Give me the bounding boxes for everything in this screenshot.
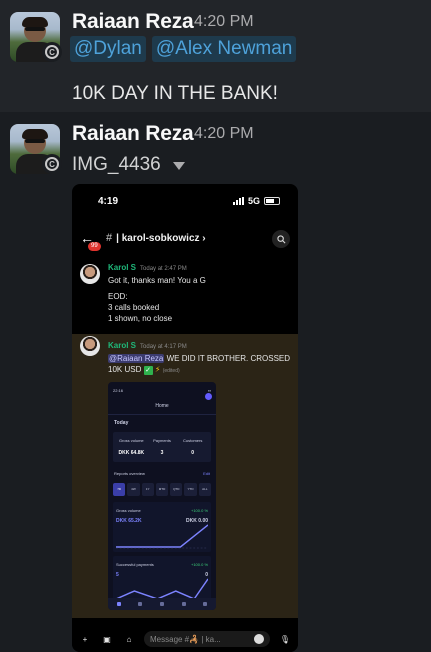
message-timestamp[interactable]: 4:20 PM <box>194 125 254 143</box>
mention-alex-newman[interactable]: @Alex Newman <box>151 36 297 62</box>
chart-label: Successful payments <box>116 562 154 567</box>
chat-post: Karol S Today at 2:47 PM Got it, thanks m… <box>72 262 298 324</box>
mentions-row: @Dylan @Alex Newman <box>70 36 297 62</box>
input-suffix: ka... <box>205 634 221 644</box>
status-icon: C <box>42 42 62 62</box>
image-icon: ▣ <box>103 634 111 644</box>
message-text: 10K DAY IN THE BANK! <box>72 83 278 104</box>
edit-link: Edit <box>203 471 210 476</box>
unread-badge: 99 <box>88 242 101 251</box>
post-line: Got it, thanks man! You a G <box>108 276 206 285</box>
chevron-down-icon[interactable] <box>172 162 185 170</box>
range-pills: 7D 4W 1Y MTD QTD YTD ALL <box>108 481 216 498</box>
post-author: Karol S <box>108 263 137 272</box>
message-author[interactable]: Raiaan Reza <box>72 10 194 34</box>
channel-hash: # <box>106 232 113 244</box>
post-time: Today at 4:17 PM <box>140 344 187 350</box>
gift-icon: ⌂ <box>126 634 132 644</box>
avatar <box>80 336 100 356</box>
metric-label: Gross volume <box>118 438 144 443</box>
message-input: Message #🦂 | ka... <box>144 631 270 647</box>
embedded-screenshot: 22:16 ▪▪ Home Today Gross volume DKK 64.8K… <box>108 382 216 610</box>
chart-change: +100.0 % <box>190 562 208 567</box>
post-time: Today at 2:47 PM <box>140 266 187 272</box>
channel-header: ← 99 # | karol-sobkowicz › <box>72 218 298 258</box>
file-name[interactable]: IMG_4436 <box>72 154 161 176</box>
post-line: 1 shown, no close <box>108 314 173 323</box>
embedded-nav <box>108 598 216 610</box>
message-author[interactable]: Raiaan Reza <box>72 122 194 146</box>
message-timestamp[interactable]: 4:20 PM <box>194 13 254 31</box>
range-pill: 4W <box>127 483 140 496</box>
plus-icon: + <box>82 634 88 644</box>
message-item[interactable]: C Raiaan Reza 4:20 PM @Dylan @Alex Newma… <box>0 0 431 112</box>
post-line: 3 calls booked <box>108 303 160 312</box>
input-placeholder: Message # <box>150 634 190 644</box>
battery-icon <box>264 197 280 205</box>
plus-icon <box>205 393 212 400</box>
signal-icon <box>232 197 244 205</box>
status-icon: C <box>42 154 62 174</box>
range-pill: 1Y <box>141 483 154 496</box>
range-pill: QTD <box>170 483 183 496</box>
post-mention: @Raiaan Reza <box>108 354 165 363</box>
metric-label: Customers <box>183 438 203 443</box>
embedded-time: 22:16 <box>113 388 124 393</box>
chat-post: Karol S Today at 4:17 PM @Raiaan Reza WE … <box>72 334 298 618</box>
metric-label: Payments <box>153 438 171 443</box>
search-icon <box>272 230 290 248</box>
channel-name: | karol-sobkowicz › <box>116 232 206 244</box>
metric-value: 0 <box>191 450 195 456</box>
phone-time: 4:19 <box>98 195 119 207</box>
range-pill: YTD <box>184 483 197 496</box>
metric-value: 3 <box>160 450 164 456</box>
check-emoji-icon: ✓ <box>143 366 153 375</box>
metric-value: DKK 64.8K <box>118 450 145 456</box>
metrics-card: Gross volume DKK 64.8K Payments 3 Customer… <box>113 432 211 462</box>
chart-change: +100.0 % <box>190 508 208 513</box>
microphone-icon: 🎙 <box>279 634 291 644</box>
reports-label: Reports overview <box>114 471 145 476</box>
phone-status-bar: 4:19 5G <box>72 184 298 218</box>
message-composer: + ▣ ⌂ Message #🦂 | ka... 🎙 <box>72 626 298 652</box>
gross-volume-line <box>116 524 208 549</box>
chart-label: Gross volume <box>116 508 141 513</box>
gross-volume-chart: Gross volume +100.0 % DKK 65.2K DKK 0.00 <box>113 502 211 552</box>
embedded-title: Home <box>108 399 216 415</box>
post-line: EOD: <box>108 292 128 301</box>
mention-dylan[interactable]: @Dylan <box>70 36 146 62</box>
network-label: 5G <box>247 196 260 206</box>
emoji-icon <box>254 634 264 644</box>
range-pill: ALL <box>198 483 211 496</box>
edited-label: (edited) <box>162 368 180 374</box>
avatar <box>80 264 100 284</box>
message-item[interactable]: C Raiaan Reza 4:20 PM IMG_4436 4:19 5G ←… <box>0 112 431 652</box>
post-author: Karol S <box>108 341 137 350</box>
range-pill: MTD <box>155 483 169 496</box>
range-pill: 7D <box>113 483 126 496</box>
today-label: Today <box>114 420 129 426</box>
image-attachment[interactable]: 4:19 5G ← 99 # | karol-sobkowicz › Karol… <box>72 184 298 652</box>
lightning-emoji-icon: ⚡ <box>154 365 161 374</box>
attachment-header: IMG_4436 <box>72 154 185 176</box>
